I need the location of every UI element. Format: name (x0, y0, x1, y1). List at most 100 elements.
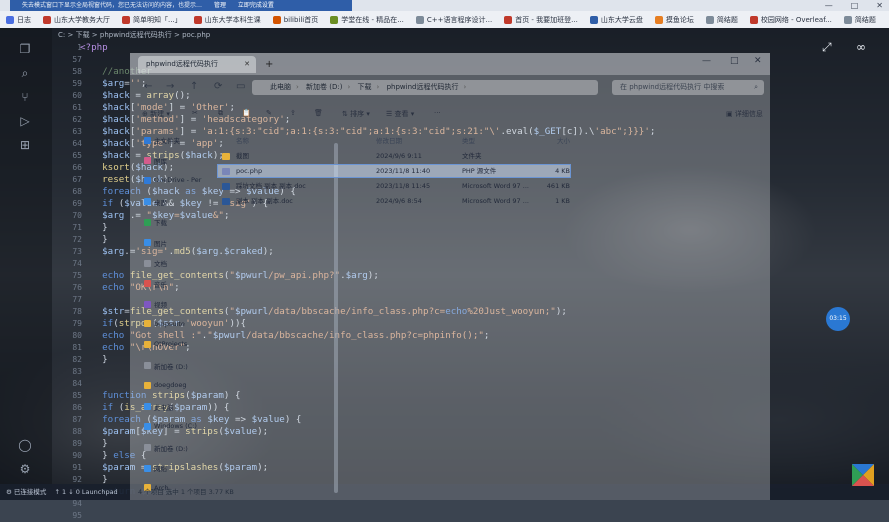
close-icon[interactable]: ✕ (876, 1, 883, 10)
sort-button[interactable]: ⇅ 排序 ▾ (342, 109, 370, 119)
status-remote[interactable]: ⚙ 已连接模式 (6, 488, 46, 496)
address-crumb[interactable]: 新加卷 (D:) (306, 83, 342, 91)
search-icon[interactable]: ⌕ (18, 66, 32, 80)
bookmark-item[interactable]: bilibili首页 (267, 15, 325, 25)
sidebar-item[interactable]: 视频 (144, 299, 167, 309)
breadcrumb-item[interactable]: 下载 (76, 31, 90, 39)
explorer-tab[interactable]: phpwind远程代码执行 ✕ (138, 56, 256, 73)
refresh-icon[interactable]: ⟳ (214, 81, 222, 92)
browser-active-tab[interactable]: 失去模式窗口下显示全局视窗代码，您已无法访问的内容，也提示… 管理 立即完成设置 (10, 0, 352, 11)
bookmark-item[interactable]: 日志 (0, 15, 37, 25)
more-button[interactable]: ··· (434, 109, 441, 117)
timer-badge[interactable]: 03:15 (826, 307, 850, 331)
file-row[interactable]: poc.php 2023/11/8 11:40 PHP 源文件 4 KB (217, 164, 571, 178)
line-number: 73 (72, 247, 82, 256)
account-icon[interactable]: ◯ (18, 438, 32, 452)
bookmark-item[interactable]: 简结题 (838, 15, 882, 25)
bookmark-item[interactable]: 山东大学本科生课 (188, 15, 267, 25)
column-header-size[interactable]: 大小 (546, 135, 570, 147)
copy-icon[interactable]: ⧉ (218, 109, 223, 118)
details-button[interactable]: ▣ 详细信息 (726, 109, 763, 119)
line-number: 85 (72, 391, 82, 400)
sidebar-item[interactable]: 网络 (144, 463, 167, 473)
browser-tab-link-finish[interactable]: 立即完成设置 (238, 2, 274, 9)
up-icon[interactable]: ↑ (190, 81, 198, 92)
sidebar-item[interactable]: 新加卷 (D:) (144, 443, 188, 453)
file-row[interactable]: 截图 2024/9/6 9:11 文件夹 (218, 150, 570, 162)
close-icon[interactable]: ✕ (754, 56, 762, 66)
sidebar-item[interactable]: doegdoeg (144, 381, 186, 389)
sidebar-item[interactable]: 图片 (144, 238, 167, 248)
breadcrumb-item[interactable]: phpwind远程代码执行 (100, 31, 172, 39)
sidebar-item[interactable]: Windows (C:) (144, 422, 197, 430)
column-header-date[interactable]: 修改日期 (376, 135, 402, 147)
sidebar-item-label: 新加卷 (D:) (154, 362, 188, 371)
line-number: 95 (72, 511, 82, 520)
sidebar-item[interactable]: 此电脑 (144, 402, 174, 412)
sidebar-item[interactable]: OneDrive - Per (144, 176, 201, 184)
monitor-icon[interactable]: ▭ (236, 81, 245, 92)
expand-icon[interactable]: ⤢ (822, 40, 832, 55)
bookmark-item[interactable]: 摸鱼论坛 (649, 15, 700, 25)
column-header-type[interactable]: 类型 (462, 135, 475, 147)
sidebar-item[interactable]: burpsuite (144, 320, 185, 328)
line-number: 76 (72, 283, 82, 292)
files-icon[interactable]: ❐ (18, 42, 32, 56)
new-tab-button[interactable]: + (265, 56, 273, 73)
line-number: 74 (72, 259, 82, 268)
bookmark-item[interactable]: 山东大学教务大厅 (37, 15, 116, 25)
new-button[interactable]: ⊕ 新建 ▾ (142, 109, 170, 119)
search-input[interactable]: 在 phpwind远程代码执行 中搜索 ⌕ (612, 80, 764, 95)
explorer-tab-title: phpwind远程代码执行 (146, 60, 218, 68)
column-header-name[interactable]: 名称 (236, 135, 249, 147)
paste-icon[interactable]: 📋 (242, 109, 251, 117)
bookmark-item[interactable]: 校园网络 - Overleaf... (744, 15, 838, 25)
bookmark-favicon-icon (6, 15, 14, 24)
line-number: 57 (72, 55, 82, 64)
bookmark-item[interactable]: 首页 - 我要加班登... (498, 15, 584, 25)
file-row[interactable]: 副本 副本 副本.doc 2024/9/6 8:54 Microsoft Word … (218, 195, 570, 207)
address-bar[interactable]: 此电脑 › 新加卷 (D:) › 下载 › phpwind远程代码执行 › (252, 80, 598, 95)
sidebar-item[interactable]: 桌面 (144, 197, 167, 207)
sidebar-item[interactable]: QtProjects (144, 340, 187, 348)
address-crumb[interactable]: 下载 (358, 83, 372, 91)
address-crumb[interactable]: phpwind远程代码执行 (387, 83, 459, 91)
minimize-icon[interactable]: — (825, 1, 833, 10)
breadcrumb-item[interactable]: poc.php (182, 31, 210, 39)
bookmark-item[interactable]: 简结题 (700, 15, 744, 25)
source-control-icon[interactable]: ⑂ (18, 90, 32, 104)
extensions-icon[interactable]: ⊞ (18, 138, 32, 152)
sidebar-item[interactable]: 新加卷 (D:) (144, 361, 188, 371)
browser-tab-link-manage[interactable]: 管理 (214, 2, 226, 9)
sidebar-item[interactable]: 下载 (144, 217, 167, 227)
minimize-icon[interactable]: — (702, 56, 711, 66)
bookmark-item[interactable]: 学堂在线 - 精品在... (324, 15, 410, 25)
rename-icon[interactable]: ✎ (266, 109, 272, 117)
file-row[interactable]: 踩坑文档 副本 副本.doc 2023/11/8 11:45 Microsoft W… (218, 180, 570, 192)
back-icon[interactable]: ← (144, 81, 152, 92)
bookmark-label: 山东大学本科生课 (204, 15, 261, 24)
sidebar-item[interactable]: 图库 (144, 156, 167, 166)
address-crumb[interactable]: 此电脑 (270, 83, 291, 91)
sidebar-item-label: 网络 (154, 465, 167, 473)
sidebar-item[interactable]: 主文件夹 (144, 135, 180, 145)
bookmark-item[interactable]: C++语言程序设计... (410, 15, 498, 25)
maximize-icon[interactable]: □ (851, 1, 859, 10)
run-debug-icon[interactable]: ▷ (18, 114, 32, 128)
sidebar-item[interactable]: 文档 (144, 258, 167, 268)
view-button[interactable]: ☰ 查看 ▾ (386, 109, 414, 119)
cut-icon[interactable]: ✂ (192, 109, 198, 117)
close-icon[interactable]: ✕ (244, 56, 250, 73)
infinity-icon[interactable]: ∞ (856, 40, 866, 54)
bookmark-item[interactable]: 山东大学云盘 (584, 15, 649, 25)
delete-icon[interactable]: 🗑 (314, 109, 323, 117)
forward-icon[interactable]: → (166, 81, 174, 92)
maximize-icon[interactable]: □ (730, 56, 739, 66)
gear-icon[interactable]: ⚙ (18, 462, 32, 476)
breadcrumb-item[interactable]: C: (58, 31, 65, 39)
status-sync[interactable]: ↑ 1 ↓ 0 Launchpad (54, 488, 117, 496)
bookmark-item[interactable]: 简单明知「...」 (116, 15, 188, 25)
bookmark-favicon-icon (504, 15, 513, 24)
sidebar-item[interactable]: 音乐 (144, 279, 167, 289)
share-icon[interactable]: ⇪ (290, 109, 296, 117)
